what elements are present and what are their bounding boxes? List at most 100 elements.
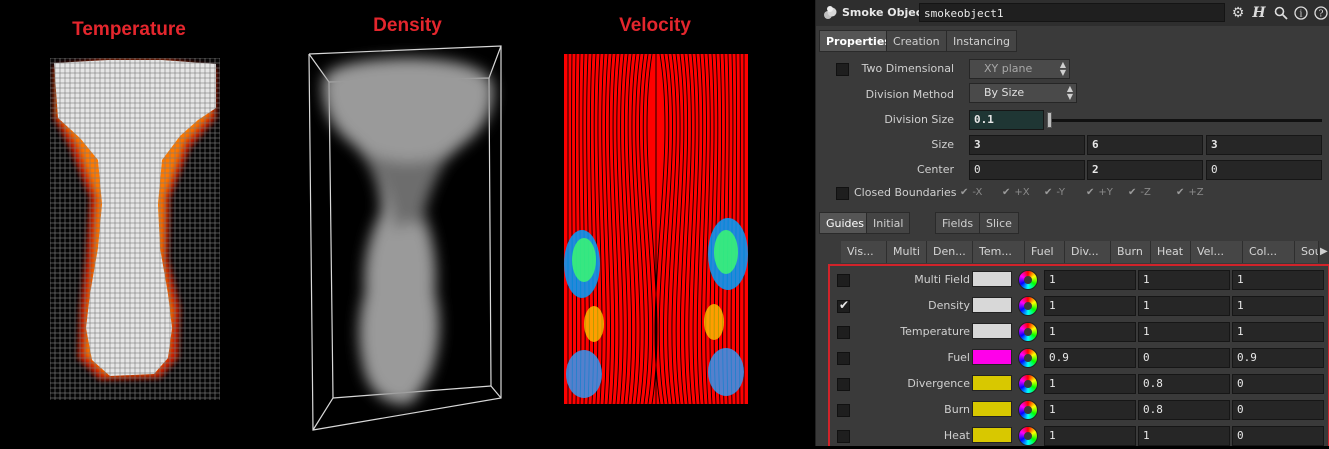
guide-value-1-field[interactable]: 1 xyxy=(1044,322,1136,342)
tab-slice[interactable]: Slice xyxy=(979,212,1019,234)
two-dimensional-checkbox[interactable] xyxy=(836,63,849,76)
division-size-slider-track[interactable] xyxy=(1047,119,1322,122)
size-label: Size xyxy=(931,133,954,157)
guide-value-2-field[interactable]: 1 xyxy=(1138,270,1230,290)
guide-value-3-field[interactable]: 0.9 xyxy=(1232,348,1324,368)
tab-initial-data[interactable]: Initial Data xyxy=(866,212,910,234)
tab-instancing[interactable]: Instancing xyxy=(946,30,1017,52)
color-wheel-icon[interactable] xyxy=(1018,348,1038,368)
col-divergence[interactable]: Div... xyxy=(1065,241,1111,263)
boundary-plus-x[interactable]: ✔+X xyxy=(1002,181,1030,205)
svg-text:i: i xyxy=(1300,10,1303,20)
guide-value-3-field[interactable]: 0 xyxy=(1232,426,1324,446)
search-icon[interactable] xyxy=(1272,4,1290,22)
guide-label: Multi Field xyxy=(914,267,970,293)
smoke-object-icon xyxy=(822,5,838,21)
boundary-plus-z[interactable]: ✔+Z xyxy=(1176,181,1204,205)
col-multi[interactable]: Multi xyxy=(887,241,927,263)
division-method-select[interactable]: By Size ▲▼ xyxy=(969,83,1077,103)
scroll-right-arrow-icon[interactable]: ▶ xyxy=(1320,241,1328,263)
guide-visibility-checkbox[interactable] xyxy=(837,274,850,287)
size-y-field[interactable]: 6 xyxy=(1087,135,1203,155)
guide-value-3-field[interactable]: 0 xyxy=(1232,374,1324,394)
guide-label: Divergence xyxy=(907,371,970,397)
guide-visibility-checkbox[interactable] xyxy=(837,352,850,365)
center-row: Center 0 2 0 xyxy=(816,158,1329,182)
division-method-label: Division Method xyxy=(866,83,954,107)
color-wheel-icon[interactable] xyxy=(1018,426,1038,446)
plane-value: XY plane xyxy=(984,62,1032,75)
guide-visibility-checkbox[interactable] xyxy=(837,378,850,391)
info-icon[interactable]: i xyxy=(1292,4,1310,22)
boundary-plus-y[interactable]: ✔+Y xyxy=(1086,181,1113,205)
guide-value-3-field[interactable]: 1 xyxy=(1232,270,1324,290)
guide-color-swatch[interactable] xyxy=(972,375,1012,391)
color-wheel-icon[interactable] xyxy=(1018,322,1038,342)
closed-boundaries-checkbox[interactable] xyxy=(836,187,849,200)
size-z-field[interactable]: 3 xyxy=(1206,135,1322,155)
svg-text:?: ? xyxy=(1319,10,1324,20)
check-icon: ✔ xyxy=(1176,187,1184,198)
guide-value-1-field[interactable]: 1 xyxy=(1044,270,1136,290)
help-h-icon[interactable]: H xyxy=(1250,4,1268,22)
col-temperature[interactable]: Tem... xyxy=(973,241,1025,263)
tab-guides[interactable]: Guides xyxy=(819,212,871,234)
tab-creation[interactable]: Creation xyxy=(886,30,947,52)
boundary-minus-z[interactable]: ✔-Z xyxy=(1128,181,1151,205)
boundary-minus-y[interactable]: ✔-Y xyxy=(1044,181,1065,205)
about-icon[interactable]: ? xyxy=(1312,4,1329,22)
guide-value-3-field[interactable]: 0 xyxy=(1232,400,1324,420)
guide-color-swatch[interactable] xyxy=(972,349,1012,365)
guide-color-swatch[interactable] xyxy=(972,271,1012,287)
guide-value-2-field[interactable]: 1 xyxy=(1138,426,1230,446)
guide-value-1-field[interactable]: 1 xyxy=(1044,374,1136,394)
col-collision[interactable]: Col... xyxy=(1243,241,1295,263)
guide-visibility-checkbox[interactable] xyxy=(837,404,850,417)
color-wheel-icon[interactable] xyxy=(1018,374,1038,394)
guide-value-1-field[interactable]: 0.9 xyxy=(1044,348,1136,368)
division-size-field[interactable]: 0.1 xyxy=(969,110,1044,130)
gear-icon[interactable]: ⚙ xyxy=(1229,4,1247,22)
color-wheel-icon[interactable] xyxy=(1018,270,1038,290)
guide-value-1-field[interactable]: 1 xyxy=(1044,426,1136,446)
guide-visibility-checkbox[interactable] xyxy=(837,430,850,443)
center-x-field[interactable]: 0 xyxy=(969,160,1085,180)
col-fuel[interactable]: Fuel xyxy=(1025,241,1065,263)
boundary-minus-x[interactable]: ✔-X xyxy=(960,181,982,205)
guide-value-1-field[interactable]: 1 xyxy=(1044,400,1136,420)
guide-color-swatch[interactable] xyxy=(972,427,1012,443)
density-title: Density xyxy=(330,15,485,37)
guide-value-2-field[interactable]: 1 xyxy=(1138,296,1230,316)
two-dimensional-plane-select[interactable]: XY plane ▲▼ xyxy=(969,59,1070,79)
color-wheel-icon[interactable] xyxy=(1018,296,1038,316)
node-name-field[interactable]: smokeobject1 xyxy=(919,3,1225,22)
col-heat[interactable]: Heat xyxy=(1151,241,1191,263)
parameter-panel: Smoke Object smokeobject1 ⚙ H i ? Proper… xyxy=(815,0,1329,446)
col-velocity[interactable]: Vel... xyxy=(1191,241,1243,263)
guide-value-2-field[interactable]: 1 xyxy=(1138,322,1230,342)
col-source[interactable]: Sou... xyxy=(1295,241,1319,263)
color-wheel-icon[interactable] xyxy=(1018,400,1038,420)
density-render xyxy=(305,42,511,436)
col-density[interactable]: Den... xyxy=(927,241,973,263)
division-size-slider-handle[interactable] xyxy=(1047,112,1052,128)
center-z-field[interactable]: 0 xyxy=(1206,160,1322,180)
col-visibility[interactable]: Vis... xyxy=(841,241,887,263)
guide-value-3-field[interactable]: 1 xyxy=(1232,322,1324,342)
center-y-field[interactable]: 2 xyxy=(1087,160,1203,180)
guide-color-swatch[interactable] xyxy=(972,323,1012,339)
size-x-field[interactable]: 3 xyxy=(969,135,1085,155)
velocity-title: Velocity xyxy=(580,15,730,37)
guide-color-swatch[interactable] xyxy=(972,401,1012,417)
col-burn[interactable]: Burn xyxy=(1111,241,1151,263)
tab-fields[interactable]: Fields xyxy=(935,212,980,234)
guide-value-2-field[interactable]: 0.8 xyxy=(1138,374,1230,394)
guide-value-2-field[interactable]: 0.8 xyxy=(1138,400,1230,420)
guide-value-1-field[interactable]: 1 xyxy=(1044,296,1136,316)
guide-value-3-field[interactable]: 1 xyxy=(1232,296,1324,316)
guide-value-2-field[interactable]: 0 xyxy=(1138,348,1230,368)
guide-color-swatch[interactable] xyxy=(972,297,1012,313)
guide-visibility-checkbox[interactable] xyxy=(837,326,850,339)
guide-label: Burn xyxy=(944,397,970,423)
guide-label: Density xyxy=(928,293,970,319)
